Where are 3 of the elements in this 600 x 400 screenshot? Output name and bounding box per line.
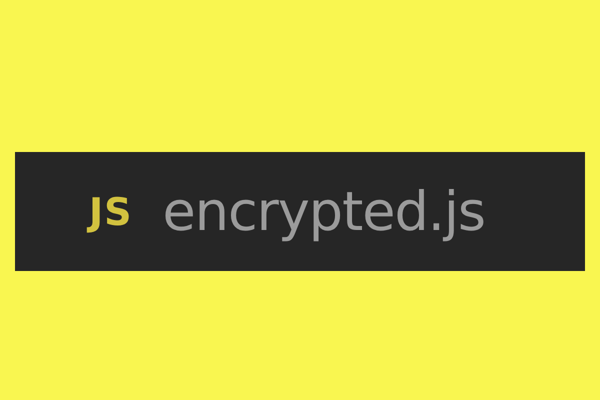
language-label: JS [85,190,133,234]
file-tab[interactable]: JS encrypted.js [15,152,585,271]
filename: encrypted.js [162,180,486,243]
